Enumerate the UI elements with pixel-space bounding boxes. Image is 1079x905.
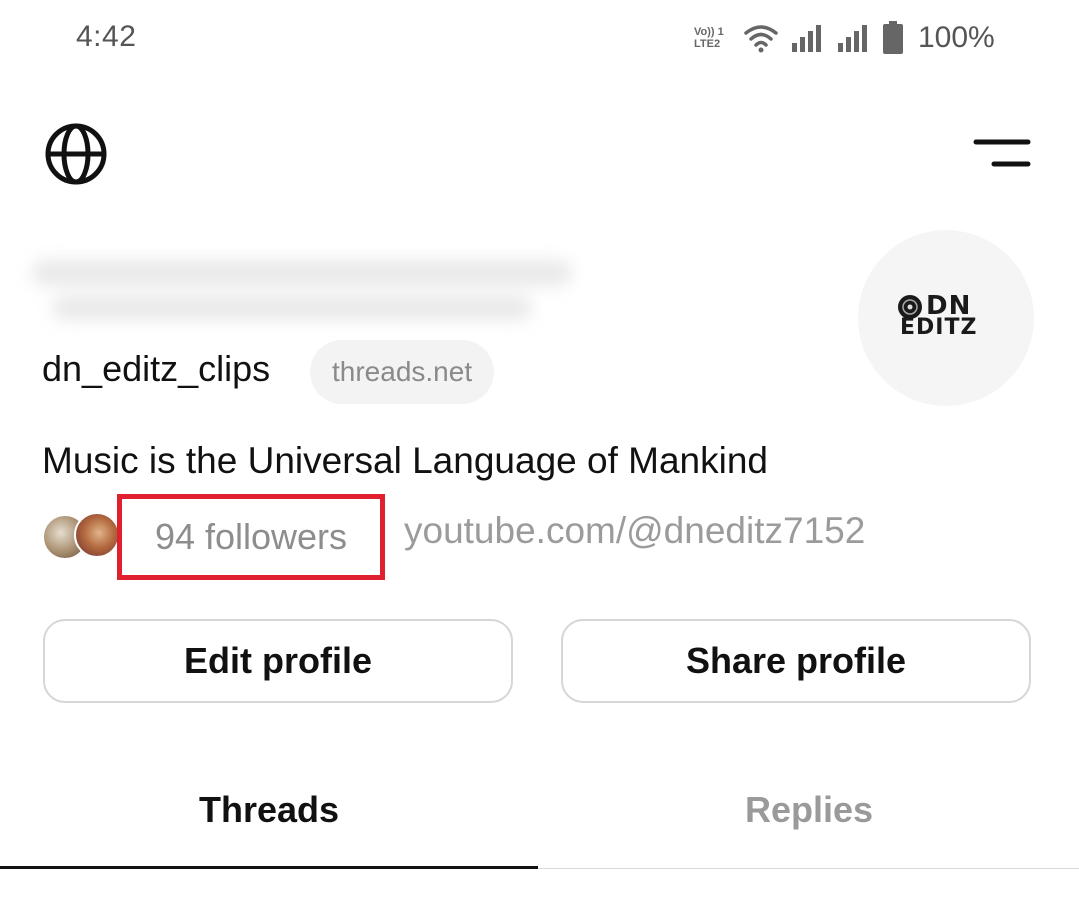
tab-divider	[538, 868, 1079, 869]
wifi-icon	[744, 25, 778, 53]
avatar-logo: DN EDITZ	[896, 291, 996, 345]
volte-label-bottom: LTE2	[694, 38, 721, 50]
display-name-redacted	[22, 246, 582, 336]
volte-icon: Vo)) 1 LTE2	[694, 26, 732, 50]
username: dn_editz_clips	[42, 348, 271, 389]
domain-badge[interactable]: threads.net	[310, 340, 495, 404]
globe-icon[interactable]	[44, 122, 108, 186]
active-tab-indicator	[0, 866, 538, 869]
status-time: 4:42	[76, 20, 137, 53]
volte-label-top: Vo)) 1	[694, 26, 724, 38]
bio: Music is the Universal Language of Manki…	[42, 440, 768, 481]
profile-avatar[interactable]: DN EDITZ	[858, 230, 1034, 406]
signal-icon	[792, 25, 821, 52]
battery-percentage: 100%	[918, 21, 995, 54]
edit-profile-button[interactable]: Edit profile	[43, 619, 513, 703]
follower-avatar	[74, 512, 120, 558]
signal-icon	[838, 25, 867, 52]
logo-text-editz: EDITZ	[900, 315, 978, 340]
share-profile-button[interactable]: Share profile	[561, 619, 1031, 703]
status-icons: Vo)) 1 LTE2 100%	[694, 18, 995, 58]
tab-threads[interactable]: Threads	[0, 780, 538, 840]
profile-link[interactable]: youtube.com/@dneditz7152	[404, 510, 865, 552]
follower-avatars[interactable]	[42, 512, 120, 560]
tab-replies[interactable]: Replies	[540, 780, 1078, 840]
battery-icon	[883, 21, 903, 54]
followers-count[interactable]: 94 followers	[117, 494, 385, 580]
menu-icon[interactable]	[972, 136, 1032, 172]
